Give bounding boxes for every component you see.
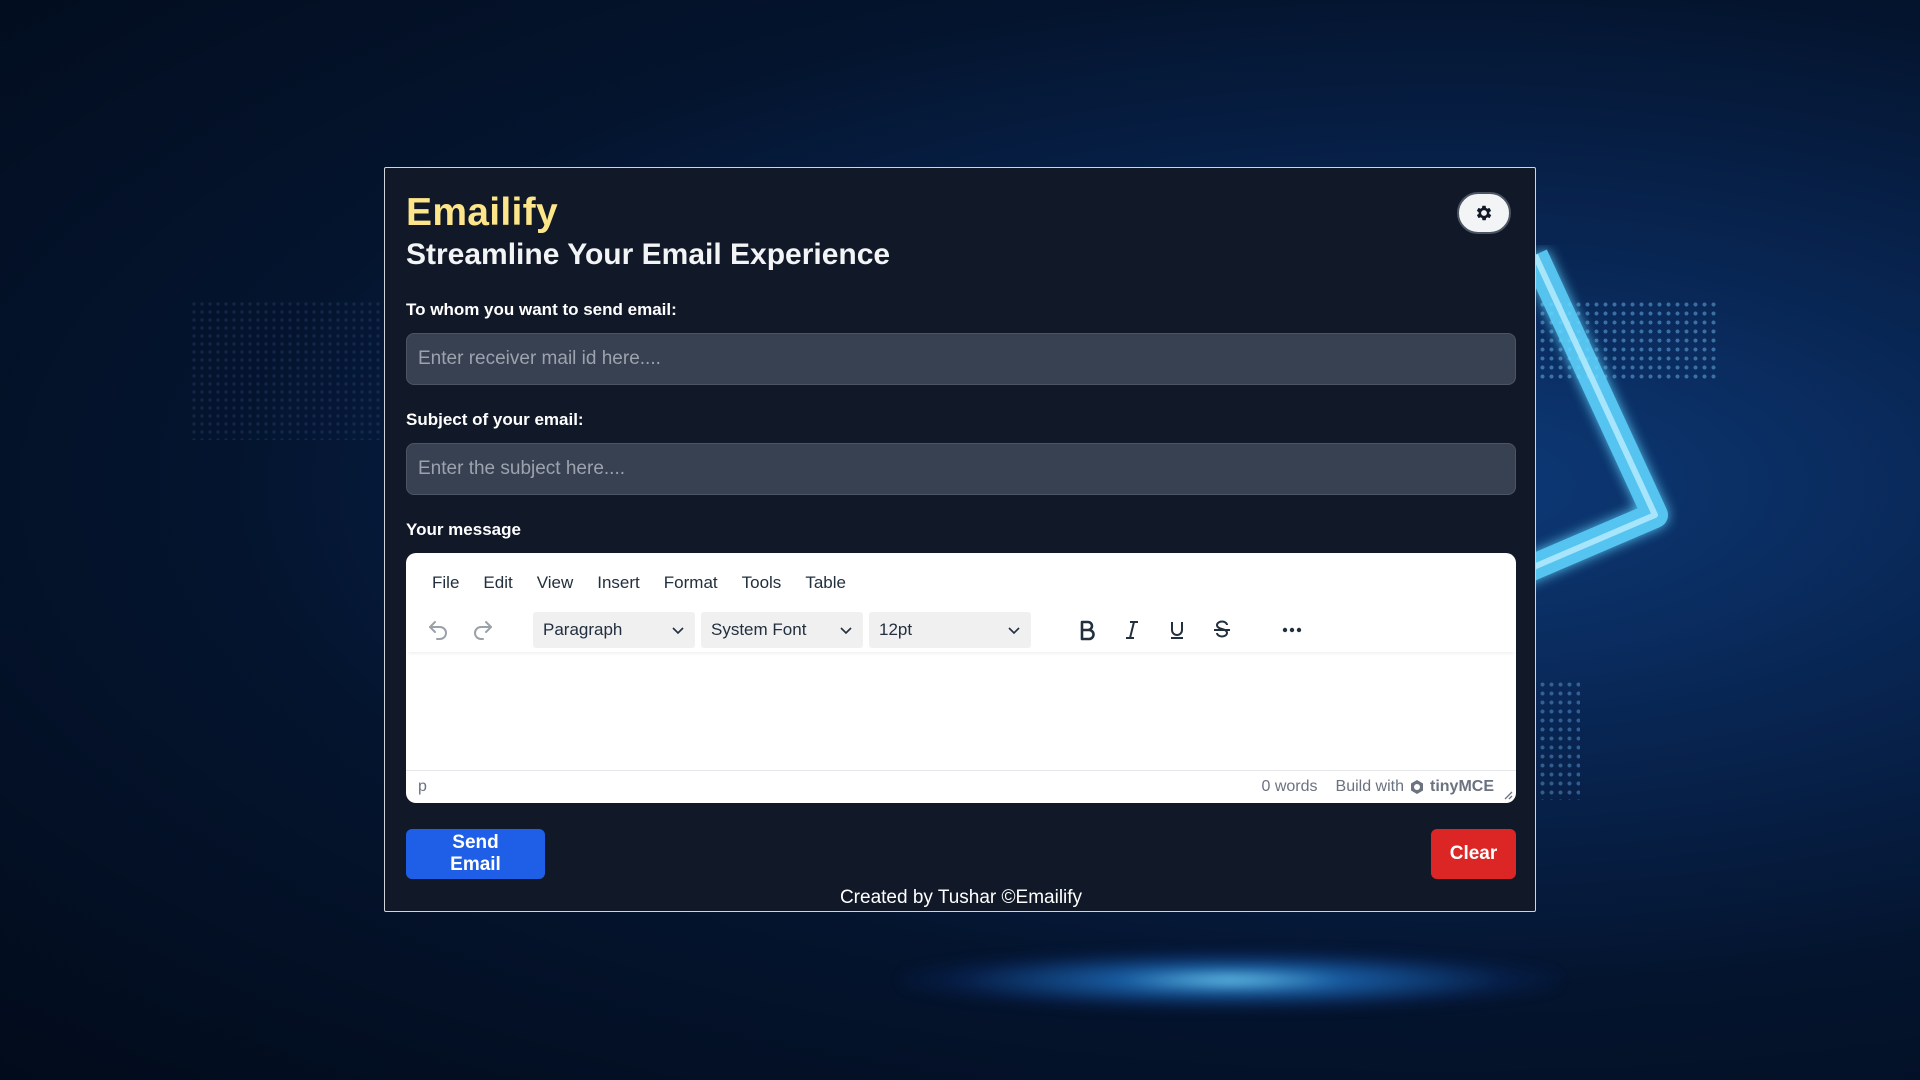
editor-content-area[interactable] — [406, 652, 1516, 755]
underline-button[interactable] — [1157, 612, 1197, 648]
powered-by-link[interactable]: Build with tinyMCE — [1336, 778, 1494, 796]
editor-menubar: File Edit View Insert Format Tools Table — [406, 553, 1516, 608]
tiny-brand-text: tinyMCE — [1430, 778, 1494, 795]
italic-button[interactable] — [1112, 612, 1152, 648]
font-size-value: 12pt — [879, 620, 913, 639]
italic-icon — [1126, 621, 1138, 639]
font-family-select[interactable]: System Font — [701, 612, 863, 648]
built-with-text: Build with — [1335, 778, 1404, 795]
receiver-placeholder: Enter receiver mail id here.... — [418, 348, 661, 369]
strikethrough-icon — [1214, 620, 1230, 638]
subject-label: Subject of your email: — [406, 410, 584, 429]
menu-insert[interactable]: Insert — [585, 567, 652, 599]
menu-tools[interactable]: Tools — [730, 567, 794, 599]
element-path[interactable]: p — [418, 778, 1261, 796]
undo-button[interactable] — [418, 612, 458, 648]
menu-edit[interactable]: Edit — [471, 567, 524, 599]
chevron-down-icon — [1008, 627, 1020, 635]
redo-icon — [474, 621, 492, 640]
more-options-button[interactable] — [1272, 612, 1312, 648]
bold-button[interactable] — [1067, 612, 1107, 648]
block-format-value: Paragraph — [543, 620, 623, 639]
strikethrough-button[interactable] — [1202, 612, 1242, 648]
menu-view[interactable]: View — [525, 567, 586, 599]
message-label: Your message — [406, 520, 521, 539]
menu-table[interactable]: Table — [793, 567, 858, 599]
form-actions: Send Email Clear — [406, 829, 1516, 879]
bold-icon — [1080, 620, 1095, 641]
chevron-down-icon — [840, 627, 852, 635]
font-size-select[interactable]: 12pt — [869, 612, 1031, 648]
subject-placeholder: Enter the subject here.... — [418, 458, 626, 479]
rich-text-editor: File Edit View Insert Format Tools Table… — [406, 553, 1516, 803]
theme-toggle-button[interactable] — [1457, 192, 1511, 234]
receiver-email-input[interactable]: Enter receiver mail id here.... — [406, 333, 1516, 385]
menu-format[interactable]: Format — [652, 567, 730, 599]
block-format-select[interactable]: Paragraph — [533, 612, 695, 648]
chevron-down-icon — [672, 627, 684, 635]
footer-credit: Created by Tushar ©Emailify — [839, 887, 1083, 908]
send-email-button[interactable]: Send Email — [406, 829, 545, 879]
font-family-value: System Font — [711, 620, 807, 639]
brand-title: Emailify — [406, 191, 558, 234]
editor-toolbar: Paragraph System Font 12pt — [406, 608, 1516, 652]
background-light-glow — [900, 950, 1560, 1010]
gear-icon — [1476, 205, 1492, 221]
undo-icon — [429, 621, 447, 640]
tiny-logo-icon — [1411, 780, 1423, 794]
more-dots-icon — [1282, 627, 1302, 633]
email-card: Emailify Streamline Your Email Experienc… — [384, 167, 1536, 912]
redo-button[interactable] — [463, 612, 503, 648]
editor-statusbar: p 0 words Build with tinyMCE — [406, 770, 1516, 803]
underline-icon — [1171, 622, 1183, 639]
clear-button[interactable]: Clear — [1431, 829, 1516, 879]
menu-file[interactable]: File — [420, 567, 471, 599]
resize-handle-icon[interactable] — [1501, 788, 1513, 800]
subject-input[interactable]: Enter the subject here.... — [406, 443, 1516, 495]
word-count[interactable]: 0 words — [1261, 778, 1317, 796]
page-tagline: Streamline Your Email Experience — [406, 238, 891, 271]
receiver-label: To whom you want to send email: — [406, 300, 677, 319]
